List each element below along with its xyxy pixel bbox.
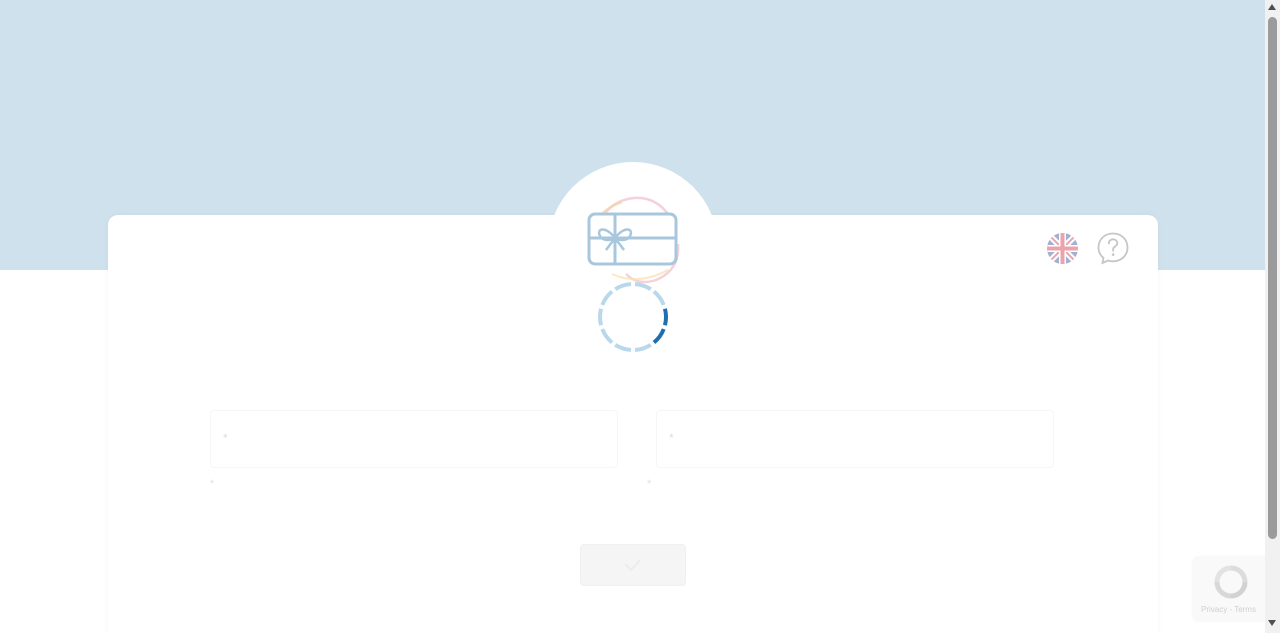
spinner-track-segment: [614, 282, 632, 291]
spinner-track-segment: [598, 308, 604, 326]
loading-spinner-icon: [598, 282, 668, 352]
submit-button[interactable]: [580, 544, 686, 586]
check-icon: [625, 559, 641, 571]
scroll-up-icon[interactable]: [1268, 4, 1276, 10]
gift-card-icon: [587, 196, 680, 284]
spinner-track-segment: [652, 289, 666, 306]
spinner-active-segment: [662, 308, 668, 326]
first-field-required-mark: *: [223, 431, 228, 445]
recaptcha-links[interactable]: Privacy - Terms: [1201, 605, 1256, 614]
second-field-hint: *: [647, 478, 652, 490]
scroll-thumb[interactable]: [1268, 17, 1277, 539]
first-field-hint: *: [210, 478, 215, 490]
recaptcha-icon: [1214, 565, 1248, 599]
scroll-down-icon[interactable]: [1268, 620, 1276, 626]
second-field-required-mark: *: [669, 431, 674, 445]
question-bubble-icon[interactable]: [1096, 231, 1130, 265]
spinner-track-segment: [600, 328, 614, 345]
page: * * * * Privacy - Terms: [0, 0, 1280, 633]
spinner-active-segment: [652, 328, 666, 345]
second-field-input[interactable]: [681, 425, 1041, 457]
uk-flag-icon[interactable]: [1047, 233, 1078, 264]
second-field[interactable]: *: [656, 410, 1054, 468]
spinner-track-segment: [614, 343, 632, 352]
vertical-scrollbar[interactable]: [1265, 0, 1280, 633]
spinner-track-segment: [600, 289, 614, 306]
first-field[interactable]: *: [210, 410, 618, 468]
first-field-input[interactable]: [235, 425, 605, 457]
spinner-track-segment: [634, 282, 652, 291]
spinner-track-segment: [634, 343, 652, 352]
